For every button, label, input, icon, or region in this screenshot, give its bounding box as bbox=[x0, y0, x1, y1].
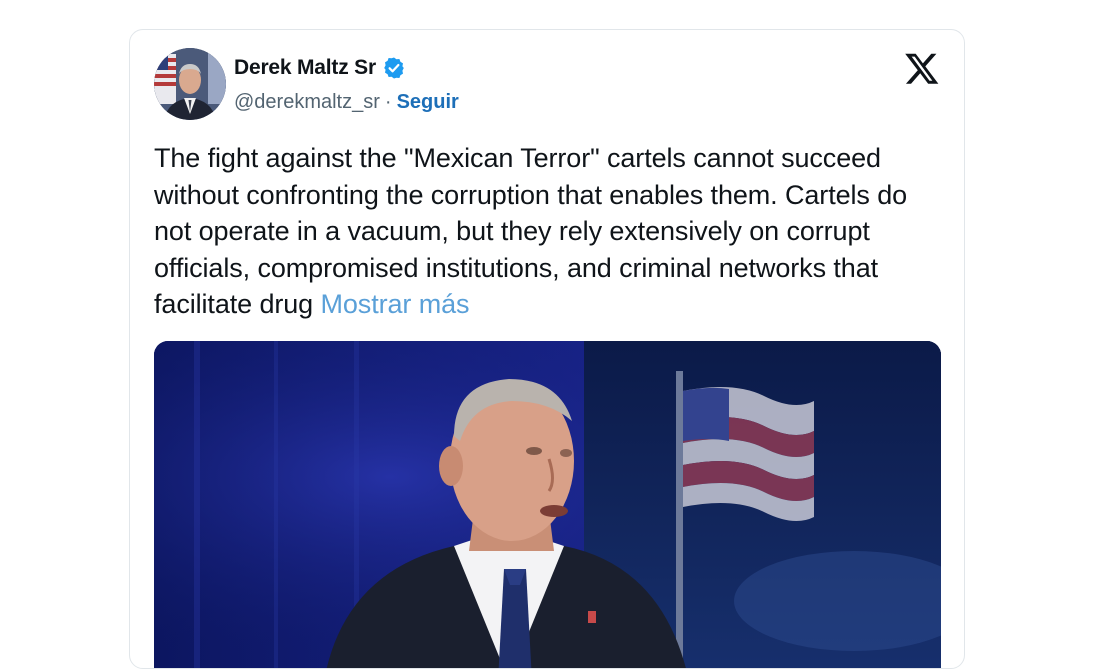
author-avatar[interactable] bbox=[154, 48, 226, 120]
separator-dot: · bbox=[384, 91, 392, 113]
tweet-body: The fight against the "Mexican Terror" c… bbox=[154, 140, 934, 323]
tweet-text: The fight against the "Mexican Terror" c… bbox=[154, 143, 908, 319]
author-handle[interactable]: @derekmaltz_sr bbox=[234, 91, 380, 114]
avatar-photo-icon bbox=[154, 48, 226, 120]
show-more-link[interactable]: Mostrar más bbox=[321, 289, 470, 319]
author-name[interactable]: Derek Maltz Sr bbox=[234, 56, 376, 80]
tweet-card[interactable]: Derek Maltz Sr @derekmaltz_sr · Seguir T… bbox=[129, 29, 965, 669]
verified-badge-icon bbox=[384, 57, 404, 79]
author-name-row: Derek Maltz Sr bbox=[234, 56, 406, 80]
video-still-image bbox=[154, 341, 941, 668]
author-handle-row: @derekmaltz_sr · Seguir bbox=[234, 91, 459, 114]
follow-link[interactable]: Seguir bbox=[397, 91, 459, 114]
video-thumbnail[interactable] bbox=[154, 341, 941, 668]
x-logo-icon[interactable] bbox=[904, 50, 940, 86]
